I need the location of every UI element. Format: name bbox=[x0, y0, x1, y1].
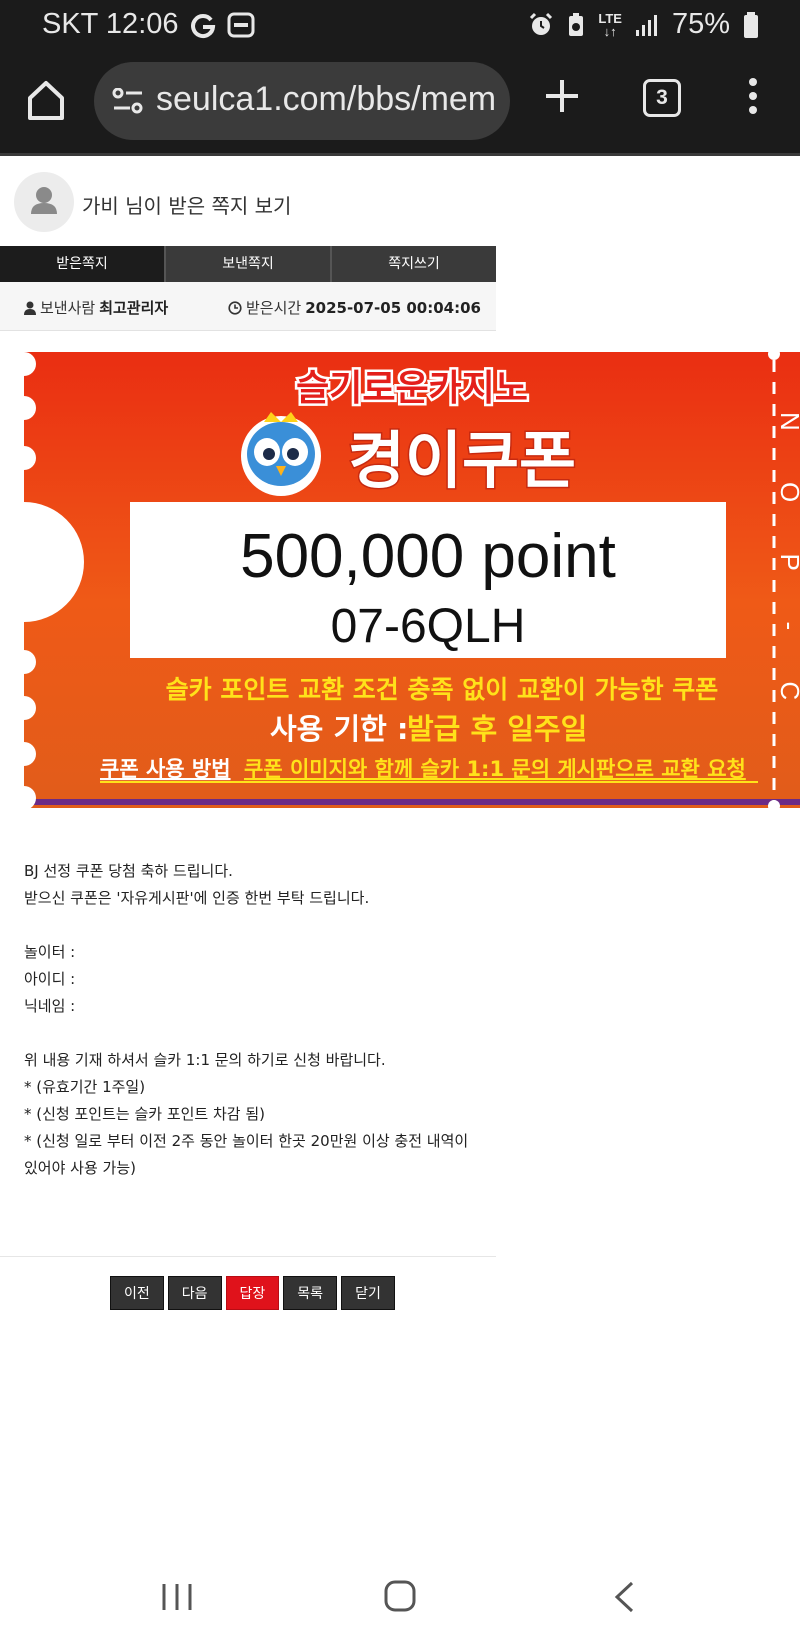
page-title: 가비 님이 받은 쪽지 보기 bbox=[82, 194, 292, 218]
tabs-icon[interactable]: 3 bbox=[643, 79, 681, 117]
coupon-code: 07-6QLH bbox=[331, 600, 526, 653]
url-bar[interactable]: seulca1.com/bbs/mem bbox=[94, 62, 510, 140]
message-line: * (신청 일로 부터 이전 2주 동안 놀이터 한곳 20만원 이상 충전 내… bbox=[24, 1132, 469, 1150]
network-indicator: LTE ↓↑ bbox=[598, 12, 622, 38]
message-line bbox=[24, 1020, 484, 1047]
received-time: 받은시간 2025-07-05 00:04:06 bbox=[228, 297, 481, 318]
sender-info: 보낸사람 최고관리자 bbox=[24, 297, 168, 318]
message-line: * (유효기간 1주일) bbox=[24, 1078, 146, 1096]
message-line: 아이디 : bbox=[24, 970, 76, 988]
message-line: * (신청 포인트는 슬카 포인트 차감 됨) bbox=[24, 1105, 266, 1123]
memo-header: 가비 님이 받은 쪽지 보기 bbox=[0, 156, 496, 246]
message-line: 놀이터 : bbox=[24, 943, 76, 961]
more-vertical-icon[interactable] bbox=[746, 76, 760, 116]
coupon-amount: 500,000 point bbox=[240, 522, 616, 591]
tab-write[interactable]: 쪽지쓰기 bbox=[332, 246, 496, 282]
coupon-desc: 슬카 포인트 교환 조건 충족 없이 교환이 가능한 쿠폰 bbox=[166, 675, 719, 704]
coupon-side-text: N O P - C bbox=[775, 412, 800, 722]
coupon-usage-label: 쿠폰 사용 방법 bbox=[100, 757, 231, 781]
coupon-usage-value: 쿠폰 이미지와 함께 슬카 1:1 문의 게시판으로 교환 요청 bbox=[244, 757, 746, 781]
back-icon[interactable] bbox=[612, 1580, 636, 1614]
plus-icon[interactable] bbox=[542, 76, 582, 116]
divider bbox=[0, 1256, 496, 1257]
sender-label: 보낸사람 bbox=[40, 299, 96, 317]
memo-info: 보낸사람 최고관리자 받은시간 2025-07-05 00:04:06 bbox=[0, 282, 496, 331]
site-settings-icon[interactable] bbox=[112, 88, 144, 114]
message-line: BJ 선정 쿠폰 당첨 축하 드립니다. bbox=[24, 862, 233, 880]
network-type: LTE bbox=[598, 10, 622, 26]
next-button[interactable]: 다음 bbox=[167, 1276, 222, 1310]
coupon-brand: 슬기로운카지노 bbox=[296, 368, 528, 409]
message-line: 위 내용 기재 하셔서 슬카 1:1 문의 하기로 신청 바랍니다. bbox=[24, 1051, 386, 1069]
clock-icon bbox=[228, 300, 242, 315]
status-bar: SKT 12:06 LTE ↓↑ 75% bbox=[0, 0, 800, 52]
browser-toolbar: seulca1.com/bbs/mem 3 bbox=[0, 52, 800, 156]
close-button[interactable]: 닫기 bbox=[341, 1276, 395, 1310]
prev-button[interactable]: 이전 bbox=[110, 1276, 164, 1310]
coupon-name: 켱이쿠폰 bbox=[348, 424, 576, 497]
home-nav-icon[interactable] bbox=[383, 1578, 417, 1614]
action-buttons: 이전 다음 답장 목록 닫기 bbox=[110, 1276, 395, 1310]
time-value: 2025-07-05 00:04:06 bbox=[305, 298, 481, 317]
battery-percent: 75% bbox=[671, 8, 730, 40]
avatar bbox=[14, 172, 74, 232]
carrier-time: SKT 12:06 bbox=[42, 8, 179, 40]
tab-received[interactable]: 받은쪽지 bbox=[0, 246, 164, 282]
url-text[interactable]: seulca1.com/bbs/mem bbox=[156, 80, 496, 119]
google-icon bbox=[190, 13, 215, 38]
app-icon bbox=[227, 12, 255, 37]
home-icon[interactable] bbox=[26, 78, 66, 122]
battery-saver-icon bbox=[569, 12, 584, 36]
signal-icon bbox=[635, 14, 657, 36]
list-button[interactable]: 목록 bbox=[283, 1276, 338, 1310]
message-body: BJ 선정 쿠폰 당첨 축하 드립니다. 받으신 쿠폰은 '자유게시판'에 인증… bbox=[24, 858, 484, 1182]
coupon-limit-label: 사용 기한 : bbox=[270, 712, 409, 746]
message-line: 있어야 사용 가능) bbox=[24, 1159, 136, 1177]
memo-tabs: 받은쪽지 보낸쪽지 쪽지쓰기 bbox=[0, 246, 496, 282]
recent-apps-icon[interactable] bbox=[160, 1582, 194, 1612]
alarm-icon bbox=[530, 12, 553, 35]
user-icon bbox=[31, 187, 57, 214]
nav-bar bbox=[0, 1560, 800, 1645]
tab-sent[interactable]: 보낸쪽지 bbox=[166, 246, 330, 282]
message-line: 받으신 쿠폰은 '자유게시판'에 인증 한번 부탁 드립니다. bbox=[24, 889, 370, 907]
time-label: 받은시간 bbox=[246, 299, 302, 317]
data-arrows: ↓↑ bbox=[603, 23, 617, 39]
message-line bbox=[24, 912, 484, 939]
coupon-banner: 슬기로운카지노 켱이쿠폰 500,000 point 07-6QLH 슬카 포인… bbox=[24, 352, 800, 808]
sender-name: 최고관리자 bbox=[99, 299, 169, 317]
battery-icon bbox=[744, 11, 758, 38]
user-small-icon bbox=[24, 301, 36, 315]
reply-button[interactable]: 답장 bbox=[225, 1276, 280, 1310]
message-line: 닉네임 : bbox=[24, 997, 76, 1015]
coupon-limit-value: 발급 후 일주일 bbox=[407, 712, 587, 746]
